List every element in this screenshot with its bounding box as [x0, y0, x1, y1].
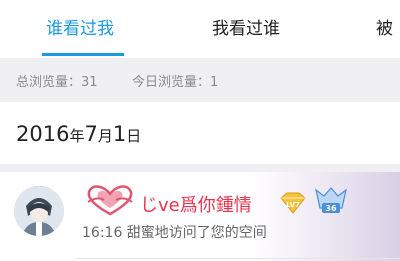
- date-month-unit: 月: [97, 127, 113, 145]
- avatar[interactable]: [14, 186, 64, 236]
- tab-third[interactable]: 被: [376, 14, 393, 39]
- vip-level-label: LV7: [286, 201, 300, 209]
- visitor-nickname[interactable]: じve爲你鍾情: [140, 191, 252, 217]
- total-views-stat: 总浏览量：31: [16, 75, 98, 90]
- date-year: 2016: [16, 122, 70, 146]
- date-day: 1: [112, 122, 127, 146]
- level-number: 36: [325, 204, 337, 213]
- visitor-row[interactable]: じve爲你鍾情 LV7 36 16:16 甜蜜地访问了您的空间: [0, 172, 400, 261]
- tab-who-viewed-me[interactable]: 谁看过我: [46, 14, 114, 39]
- visit-time: 16:16: [82, 225, 123, 241]
- date-header: 2016年7月1日: [16, 122, 141, 146]
- row-separator: [76, 258, 400, 259]
- visit-action: 甜蜜地访问了您的空间: [126, 225, 267, 241]
- tab-bar: 谁看过我 我看过谁 被: [0, 0, 400, 58]
- date-month: 7: [84, 122, 98, 146]
- level-badge-icon: 36: [314, 186, 348, 220]
- section-divider: [0, 164, 400, 172]
- tab-who-i-viewed[interactable]: 我看过谁: [212, 14, 280, 39]
- vip-diamond-icon: LV7: [278, 192, 308, 218]
- heart-badge-icon: [87, 185, 133, 216]
- date-day-unit: 日: [126, 127, 142, 145]
- date-year-unit: 年: [69, 127, 85, 145]
- visit-description: 16:16 甜蜜地访问了您的空间: [82, 222, 267, 242]
- active-tab-indicator: [42, 53, 124, 56]
- stats-bar: 总浏览量：31 今日浏览量：1: [0, 58, 400, 102]
- today-views-stat: 今日浏览量：1: [132, 75, 219, 90]
